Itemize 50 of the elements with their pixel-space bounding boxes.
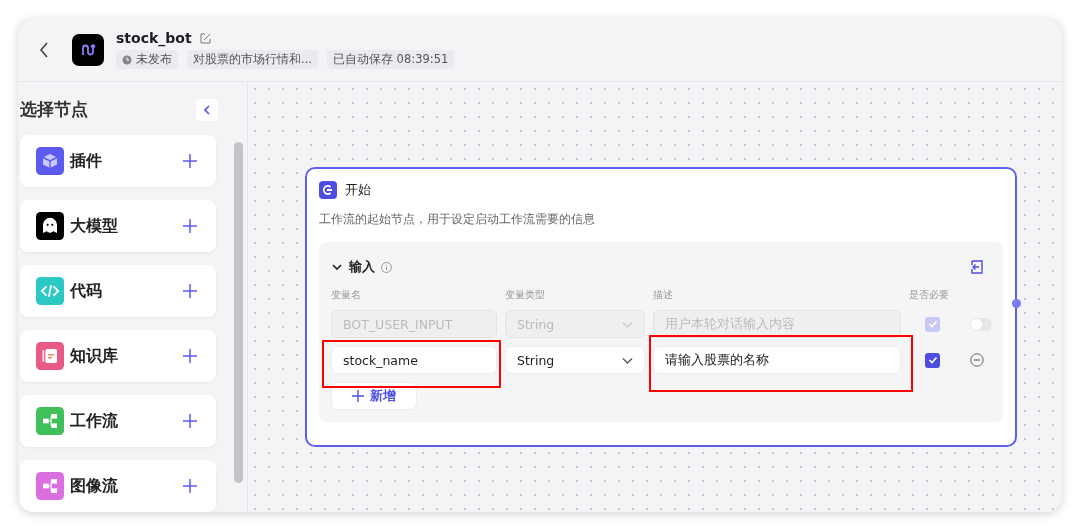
column-header: 是否必要: [909, 288, 950, 302]
clock-icon: [122, 54, 132, 65]
variable-name-field[interactable]: stock_name: [331, 346, 497, 374]
description-tag: 对股票的市场行情和...: [187, 50, 318, 69]
column-header: 变量名: [331, 288, 362, 302]
collapse-button[interactable]: [196, 98, 218, 121]
add-icon[interactable]: [182, 153, 198, 169]
code-icon: [36, 277, 64, 305]
chevron-left-icon: [203, 104, 211, 115]
section-title: 输入: [349, 258, 375, 276]
plus-icon: [352, 390, 364, 402]
knowledge-icon: [36, 342, 64, 370]
plugin-icon: [36, 147, 64, 175]
node-item[interactable]: 大模型: [20, 200, 216, 252]
imageflow-icon: [36, 472, 64, 500]
info-icon[interactable]: [381, 261, 392, 273]
autosave-tag: 已自动保存 08:39:51: [326, 50, 455, 69]
node-item[interactable]: 代码: [20, 265, 216, 317]
column-header: 描述: [653, 288, 674, 302]
app-logo: [72, 33, 104, 66]
type-select[interactable]: String: [505, 346, 645, 374]
add-icon[interactable]: [182, 218, 198, 234]
back-icon[interactable]: [38, 40, 50, 59]
edit-icon[interactable]: [199, 32, 211, 44]
check-icon: [927, 319, 938, 329]
status-tag: 未发布: [116, 50, 178, 69]
remove-icon[interactable]: [970, 353, 984, 367]
workflow-icon: [36, 407, 64, 435]
column-header: 变量类型: [505, 288, 546, 302]
add-icon[interactable]: [182, 348, 198, 364]
node-title: 开始: [345, 181, 371, 199]
add-icon[interactable]: [182, 283, 198, 299]
add-icon[interactable]: [182, 413, 198, 429]
chevron-icon[interactable]: [331, 261, 343, 273]
description-field[interactable]: 请输入股票的名称: [653, 346, 901, 374]
app-title: stock_bot: [116, 30, 192, 46]
start-icon: [319, 181, 337, 199]
node-item[interactable]: 插件: [20, 135, 216, 187]
node-description: 工作流的起始节点，用于设定启动工作流需要的信息: [319, 211, 596, 228]
sidebar-title: 选择节点: [20, 98, 88, 121]
node-item[interactable]: 工作流: [20, 395, 216, 447]
node-item[interactable]: 知识库: [20, 330, 216, 382]
add-icon[interactable]: [182, 478, 198, 494]
add-button[interactable]: 新增: [331, 382, 417, 410]
llm-icon: [36, 212, 64, 240]
output-port[interactable]: [1012, 299, 1021, 308]
import-icon[interactable]: [969, 259, 985, 275]
node-item[interactable]: 图像流: [20, 460, 216, 512]
required-checkbox[interactable]: [925, 352, 940, 368]
check-icon: [927, 355, 938, 365]
